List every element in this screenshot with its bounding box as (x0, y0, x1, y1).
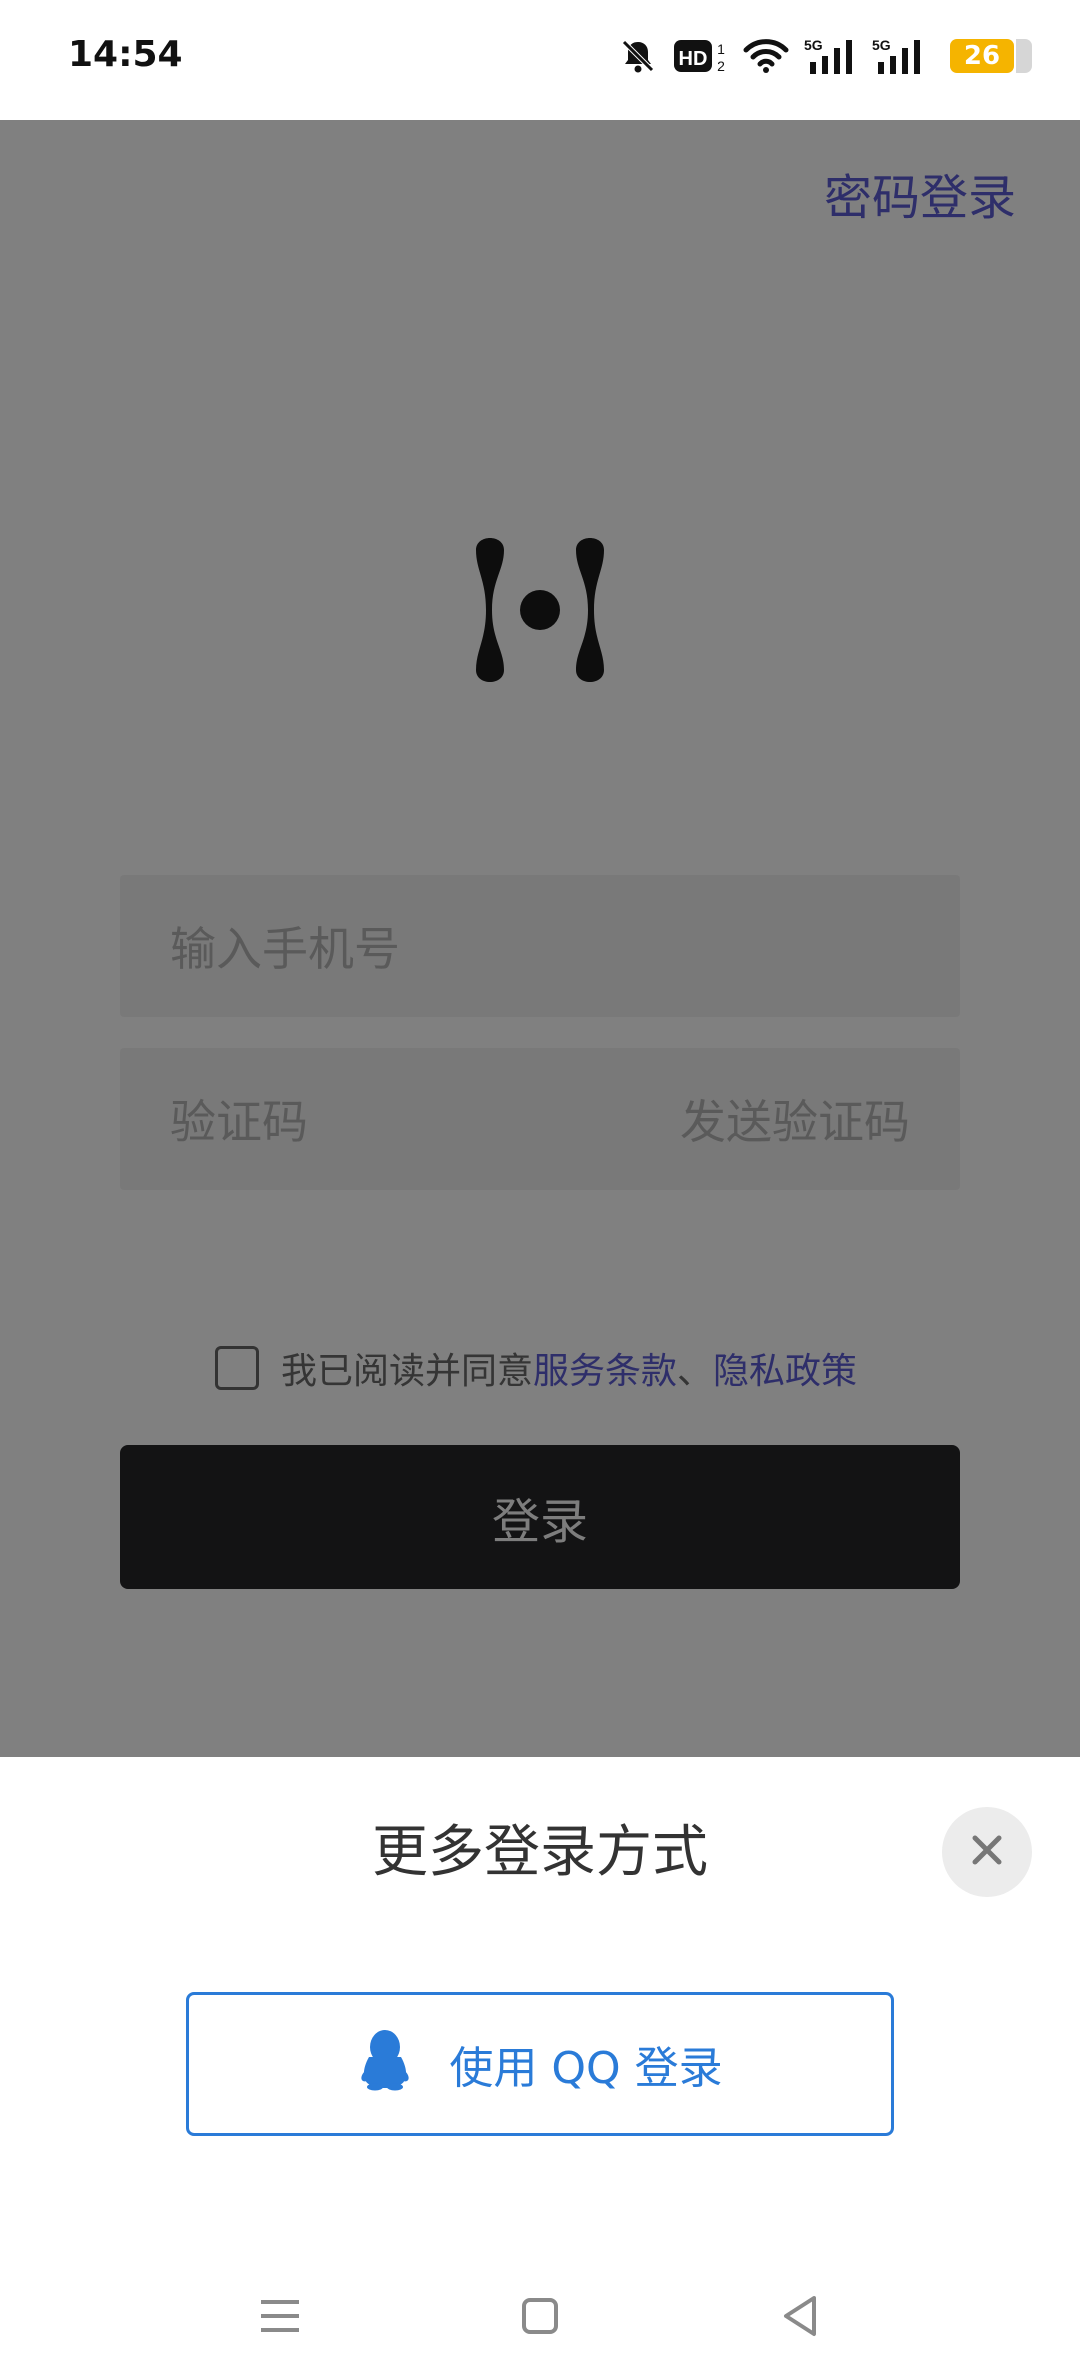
agreement-separator: 、 (677, 1351, 714, 1392)
qq-penguin-icon (357, 2027, 413, 2102)
wifi-icon (742, 36, 790, 76)
privacy-link[interactable]: 隐私政策 (713, 1342, 857, 1394)
agreement-checkbox[interactable] (215, 1346, 259, 1390)
close-icon (969, 1832, 1005, 1872)
more-login-sheet: 更多登录方式 使用 QQ 登录 (0, 1757, 1080, 2376)
agreement-row: 我已阅读并同意 服务条款 、 隐私政策 (215, 1342, 857, 1394)
svg-text:1: 1 (717, 41, 725, 57)
phone-placeholder: 输入手机号 (170, 922, 400, 976)
signal-5g-icon: 5G (804, 36, 858, 76)
sheet-title: 更多登录方式 (372, 1820, 708, 1885)
login-screen: 密码登录 输入手机号 验证码 发送验证码 我已阅读并同意 服务条款 、 隐私政策… (0, 120, 1080, 1757)
battery-level: 26 (950, 39, 1032, 73)
close-button[interactable] (942, 1807, 1032, 1897)
terms-link[interactable]: 服务条款 (533, 1342, 677, 1394)
agreement-prefix: 我已阅读并同意 (281, 1351, 534, 1392)
bell-off-icon (618, 36, 658, 76)
send-code-button[interactable]: 发送验证码 (680, 1086, 910, 1152)
net-label-1: 5G (804, 37, 823, 53)
code-placeholder: 验证码 (170, 1095, 308, 1149)
qq-login-label: 使用 QQ 登录 (449, 2043, 723, 2094)
signal-5g-icon: 5G (872, 36, 926, 76)
app-logo-icon (460, 530, 620, 690)
menu-icon[interactable] (240, 2276, 320, 2356)
qq-login-button[interactable]: 使用 QQ 登录 (186, 1992, 894, 2136)
back-triangle-icon[interactable] (760, 2276, 840, 2356)
system-nav-bar (0, 2256, 1080, 2376)
hd-label: HD (679, 48, 708, 70)
phone-input[interactable]: 输入手机号 (120, 875, 960, 1017)
clock: 14:54 (68, 34, 183, 75)
password-login-link[interactable]: 密码登录 (824, 158, 1016, 228)
battery-icon: 26 (940, 39, 1032, 73)
svg-text:2: 2 (717, 58, 725, 74)
hd-icon: HD 1 2 (672, 36, 728, 76)
net-label-2: 5G (872, 37, 891, 53)
status-icons: HD 1 2 5G 5G 26 (618, 36, 1032, 76)
home-square-icon[interactable] (500, 2276, 580, 2356)
status-bar: 14:54 HD 1 2 5G 5G 26 (0, 0, 1080, 120)
verification-code-input[interactable]: 验证码 发送验证码 (120, 1048, 960, 1190)
login-button[interactable]: 登录 (120, 1445, 960, 1589)
